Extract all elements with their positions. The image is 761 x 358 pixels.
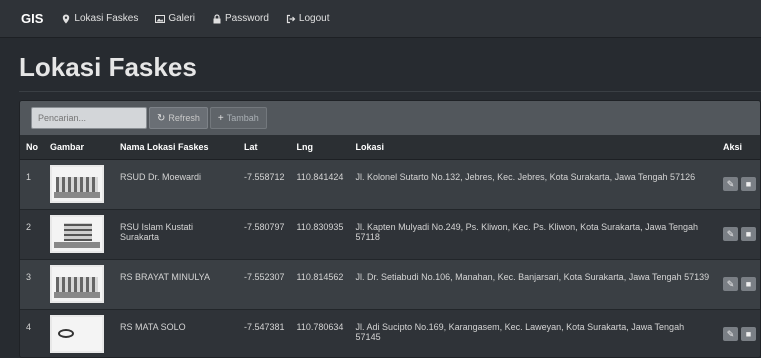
map-marker-icon (63, 14, 70, 23)
table-row: 4 RS MATA SOLO -7.547381 110.780634 Jl. … (20, 309, 760, 357)
title-divider (19, 91, 761, 92)
edit-icon: ✎ (726, 278, 735, 289)
faskes-table: No Gambar Nama Lokasi Faskes Lat Lng Lok… (20, 135, 760, 357)
cell-nama: RS BRAYAT MINULYA (114, 259, 238, 310)
picture-icon (155, 14, 166, 23)
cell-gambar (44, 209, 114, 260)
trash-icon: ■ (745, 179, 752, 189)
delete-button[interactable]: ■ (741, 277, 756, 291)
cell-no: 3 (20, 259, 44, 310)
cell-lng: 110.814562 (290, 259, 350, 310)
cell-lng: 110.780634 (290, 309, 350, 357)
add-button-label: Tambah (226, 113, 259, 123)
cell-lat: -7.558712 (238, 159, 291, 210)
faskes-thumbnail[interactable] (50, 215, 104, 253)
cell-lokasi: Jl. Kolonel Sutarto No.132, Jebres, Kec.… (349, 159, 717, 210)
cell-lng: 110.830935 (290, 209, 350, 260)
table-row: 2 RSU Islam Kustati Surakarta -7.580797 … (20, 209, 760, 260)
brand-logo[interactable]: GIS (21, 11, 43, 26)
nav-item-label: Galeri (168, 13, 196, 24)
cell-nama: RSU Islam Kustati Surakarta (114, 209, 238, 260)
refresh-icon: ↻ (157, 112, 166, 124)
faskes-thumbnail[interactable] (50, 315, 104, 353)
logout-icon (286, 14, 296, 23)
nav-item-password[interactable]: Password (212, 13, 269, 24)
add-button[interactable]: + Tambah (209, 107, 267, 129)
nav-item-galeri[interactable]: Galeri (155, 13, 195, 24)
cell-lat: -7.580797 (238, 209, 291, 260)
refresh-button[interactable]: ↻ Refresh (149, 107, 208, 129)
header-nama: Nama Lokasi Faskes (114, 135, 238, 160)
cell-no: 1 (20, 159, 44, 210)
nav-item-logout[interactable]: Logout (286, 13, 330, 24)
cell-nama: RSUD Dr. Moewardi (114, 159, 238, 210)
cell-aksi: ✎ ■ (717, 209, 760, 260)
edit-button[interactable]: ✎ (723, 227, 738, 241)
cell-lat: -7.547381 (238, 309, 291, 357)
navbar: GIS Lokasi Faskes Galeri Password Logout (0, 0, 761, 38)
cell-lokasi: Jl. Kapten Mulyadi No.249, Ps. Kliwon, K… (349, 209, 717, 260)
edit-button[interactable]: ✎ (723, 327, 738, 341)
cell-no: 4 (20, 309, 44, 357)
cell-lokasi: Jl. Adi Sucipto No.169, Karangasem, Kec.… (349, 309, 717, 357)
header-aksi: Aksi (717, 135, 760, 160)
nav-item-lokasi-faskes[interactable]: Lokasi Faskes (61, 13, 138, 24)
edit-button[interactable]: ✎ (723, 177, 738, 191)
trash-icon: ■ (745, 329, 752, 339)
nav-item-label: Logout (298, 13, 330, 24)
cell-aksi: ✎ ■ (717, 309, 760, 357)
cell-aksi: ✎ ■ (717, 259, 760, 310)
delete-button[interactable]: ■ (741, 227, 756, 241)
header-lng: Lng (290, 135, 350, 160)
table-row: 1 RSUD Dr. Moewardi -7.558712 110.841424… (20, 159, 760, 210)
edit-icon: ✎ (726, 328, 735, 339)
cell-lat: -7.552307 (238, 259, 291, 310)
faskes-thumbnail[interactable] (50, 265, 104, 303)
search-input[interactable] (31, 107, 147, 129)
table-header-row: No Gambar Nama Lokasi Faskes Lat Lng Lok… (20, 135, 760, 160)
nav-item-label: Lokasi Faskes (74, 13, 139, 24)
header-gambar: Gambar (44, 135, 114, 160)
lock-icon (213, 13, 221, 23)
nav-item-label: Password (225, 13, 269, 24)
cell-gambar (44, 159, 114, 210)
cell-lokasi: Jl. Dr. Setiabudi No.106, Manahan, Kec. … (349, 259, 717, 310)
trash-icon: ■ (745, 229, 752, 239)
cell-lng: 110.841424 (290, 159, 350, 210)
cell-aksi: ✎ ■ (717, 159, 760, 210)
faskes-panel: ↻ Refresh + Tambah No Gambar Nama Lokasi… (19, 100, 761, 358)
cell-gambar (44, 309, 114, 357)
cell-gambar (44, 259, 114, 310)
cell-no: 2 (20, 209, 44, 260)
delete-button[interactable]: ■ (741, 177, 756, 191)
refresh-button-label: Refresh (168, 113, 200, 123)
table-row: 3 RS BRAYAT MINULYA -7.552307 110.814562… (20, 259, 760, 310)
delete-button[interactable]: ■ (741, 327, 756, 341)
edit-button[interactable]: ✎ (723, 277, 738, 291)
edit-icon: ✎ (726, 228, 735, 239)
faskes-thumbnail[interactable] (50, 165, 104, 203)
trash-icon: ■ (745, 279, 752, 289)
toolbar: ↻ Refresh + Tambah (20, 101, 760, 135)
page-title: Lokasi Faskes (19, 52, 197, 82)
header-no: No (20, 135, 44, 160)
plus-icon: + (217, 112, 224, 124)
header-lokasi: Lokasi (349, 135, 717, 160)
header-lat: Lat (238, 135, 291, 160)
cell-nama: RS MATA SOLO (114, 309, 238, 357)
edit-icon: ✎ (726, 178, 735, 189)
